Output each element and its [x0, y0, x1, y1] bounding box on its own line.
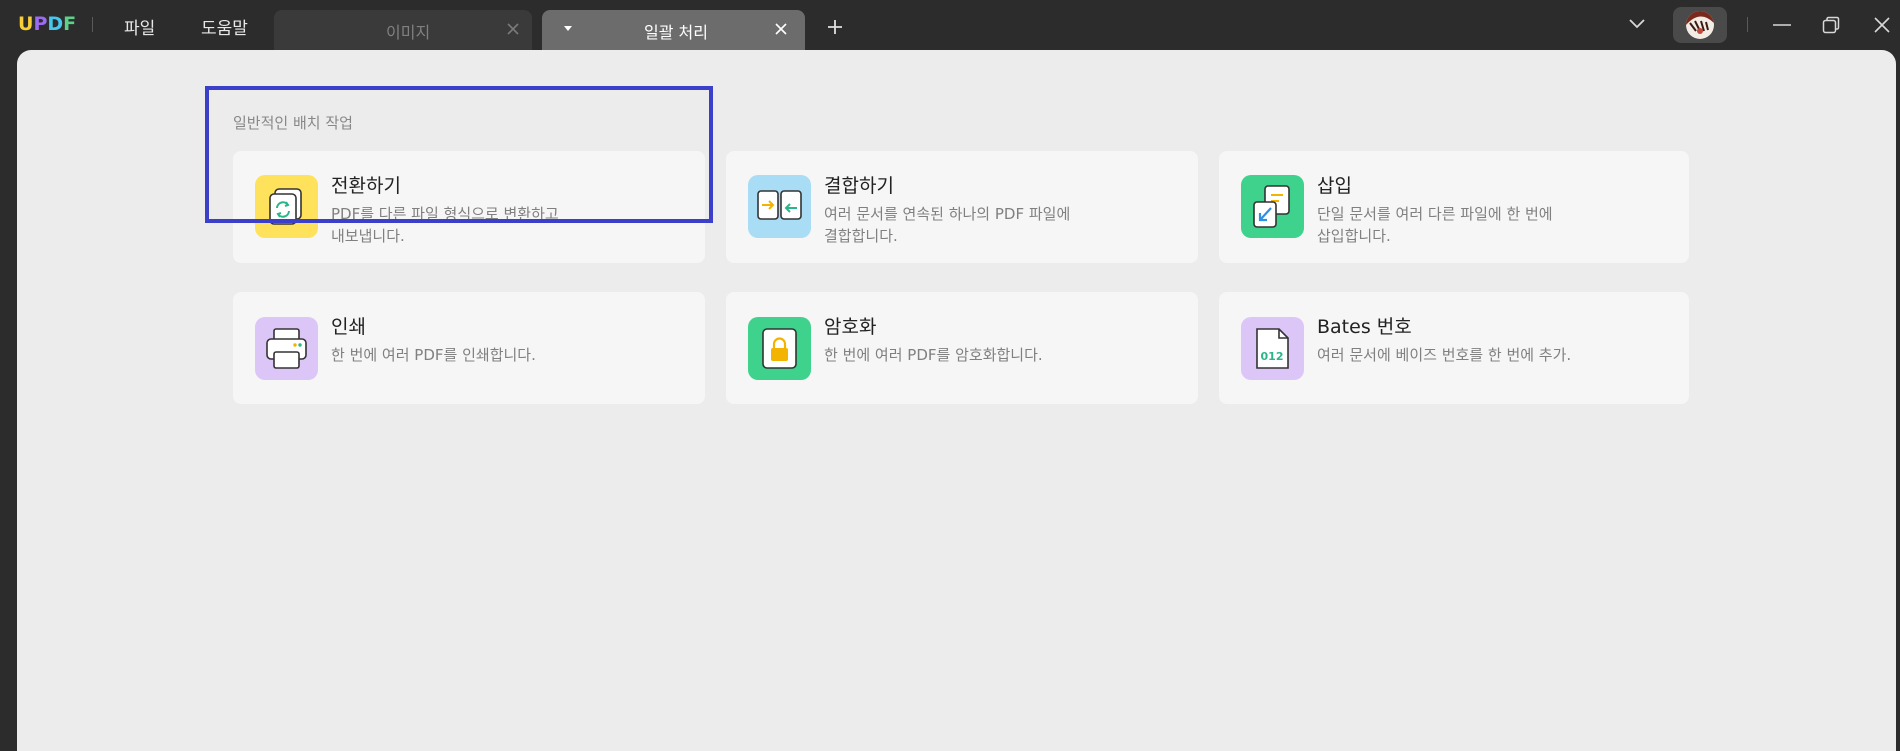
close-icon[interactable] — [774, 22, 788, 36]
menu-help[interactable]: 도움말 — [201, 14, 248, 39]
chevron-down-icon[interactable] — [1628, 18, 1646, 30]
menu-file[interactable]: 파일 — [124, 14, 155, 39]
logo-letter: F — [63, 13, 77, 35]
card-title: 결합하기 — [824, 175, 894, 197]
card-bates-number[interactable]: 012 Bates 번호 여러 문서에 베이즈 번호를 한 번에 추가. — [1219, 292, 1689, 404]
selection-highlight — [205, 86, 713, 223]
close-window-icon[interactable] — [1873, 16, 1891, 34]
chevron-down-icon[interactable] — [564, 26, 572, 31]
minimize-icon[interactable] — [1772, 23, 1792, 27]
desc-line: 결합합니다. — [824, 227, 898, 245]
insert-icon — [1241, 175, 1304, 238]
card-description: 한 번에 여러 PDF를 인쇄합니다. — [331, 344, 631, 366]
divider — [92, 17, 93, 32]
card-title: 인쇄 — [331, 316, 366, 338]
add-tab-icon[interactable] — [826, 18, 844, 36]
updf-logo[interactable]: UPDF — [18, 13, 76, 35]
desc-line: 여러 문서를 연속된 하나의 PDF 파일에 — [824, 205, 1071, 223]
tab-label: 일괄 처리 — [644, 23, 708, 42]
lock-icon — [748, 317, 811, 380]
card-combine[interactable]: 결합하기 여러 문서를 연속된 하나의 PDF 파일에결합합니다. — [726, 151, 1198, 263]
logo-letter: P — [33, 13, 48, 35]
card-description: 여러 문서를 연속된 하나의 PDF 파일에결합합니다. — [824, 203, 1124, 247]
printer-icon — [255, 317, 318, 380]
divider — [1747, 17, 1748, 32]
avatar-image — [1686, 11, 1714, 39]
restore-icon[interactable] — [1822, 16, 1840, 34]
card-title: 삽입 — [1317, 175, 1352, 197]
desc-line: 단일 문서를 여러 다른 파일에 한 번에 — [1317, 205, 1553, 223]
card-title: Bates 번호 — [1317, 316, 1412, 338]
desc-line: 한 번에 여러 PDF를 인쇄합니다. — [331, 346, 536, 364]
bates-icon-digits: 012 — [1261, 350, 1284, 363]
card-insert[interactable]: 삽입 단일 문서를 여러 다른 파일에 한 번에삽입합니다. — [1219, 151, 1689, 263]
logo-letter: D — [47, 13, 64, 35]
tab-label: 이미지 — [386, 23, 431, 42]
title-bar: UPDF 파일 도움말 이미지 일괄 처리 — [0, 0, 1900, 50]
tab-image[interactable]: 이미지 — [274, 10, 532, 50]
card-print[interactable]: 인쇄 한 번에 여러 PDF를 인쇄합니다. — [233, 292, 705, 404]
desc-line: 내보냅니다. — [331, 227, 405, 245]
avatar[interactable] — [1673, 7, 1727, 43]
close-icon[interactable] — [506, 22, 520, 36]
logo-letter: U — [18, 13, 34, 35]
combine-icon — [748, 175, 811, 238]
desc-line: 한 번에 여러 PDF를 암호화합니다. — [824, 346, 1043, 364]
bates-number-icon: 012 — [1241, 317, 1304, 380]
card-encrypt[interactable]: 암호화 한 번에 여러 PDF를 암호화합니다. — [726, 292, 1198, 404]
card-description: 여러 문서에 베이즈 번호를 한 번에 추가. — [1317, 344, 1657, 366]
card-description: 단일 문서를 여러 다른 파일에 한 번에삽입합니다. — [1317, 203, 1617, 247]
tab-batch[interactable]: 일괄 처리 — [542, 10, 805, 50]
card-description: 한 번에 여러 PDF를 암호화합니다. — [824, 344, 1124, 366]
desc-line: 삽입합니다. — [1317, 227, 1391, 245]
desc-line: 여러 문서에 베이즈 번호를 한 번에 추가. — [1317, 346, 1572, 364]
card-title: 암호화 — [824, 316, 877, 338]
